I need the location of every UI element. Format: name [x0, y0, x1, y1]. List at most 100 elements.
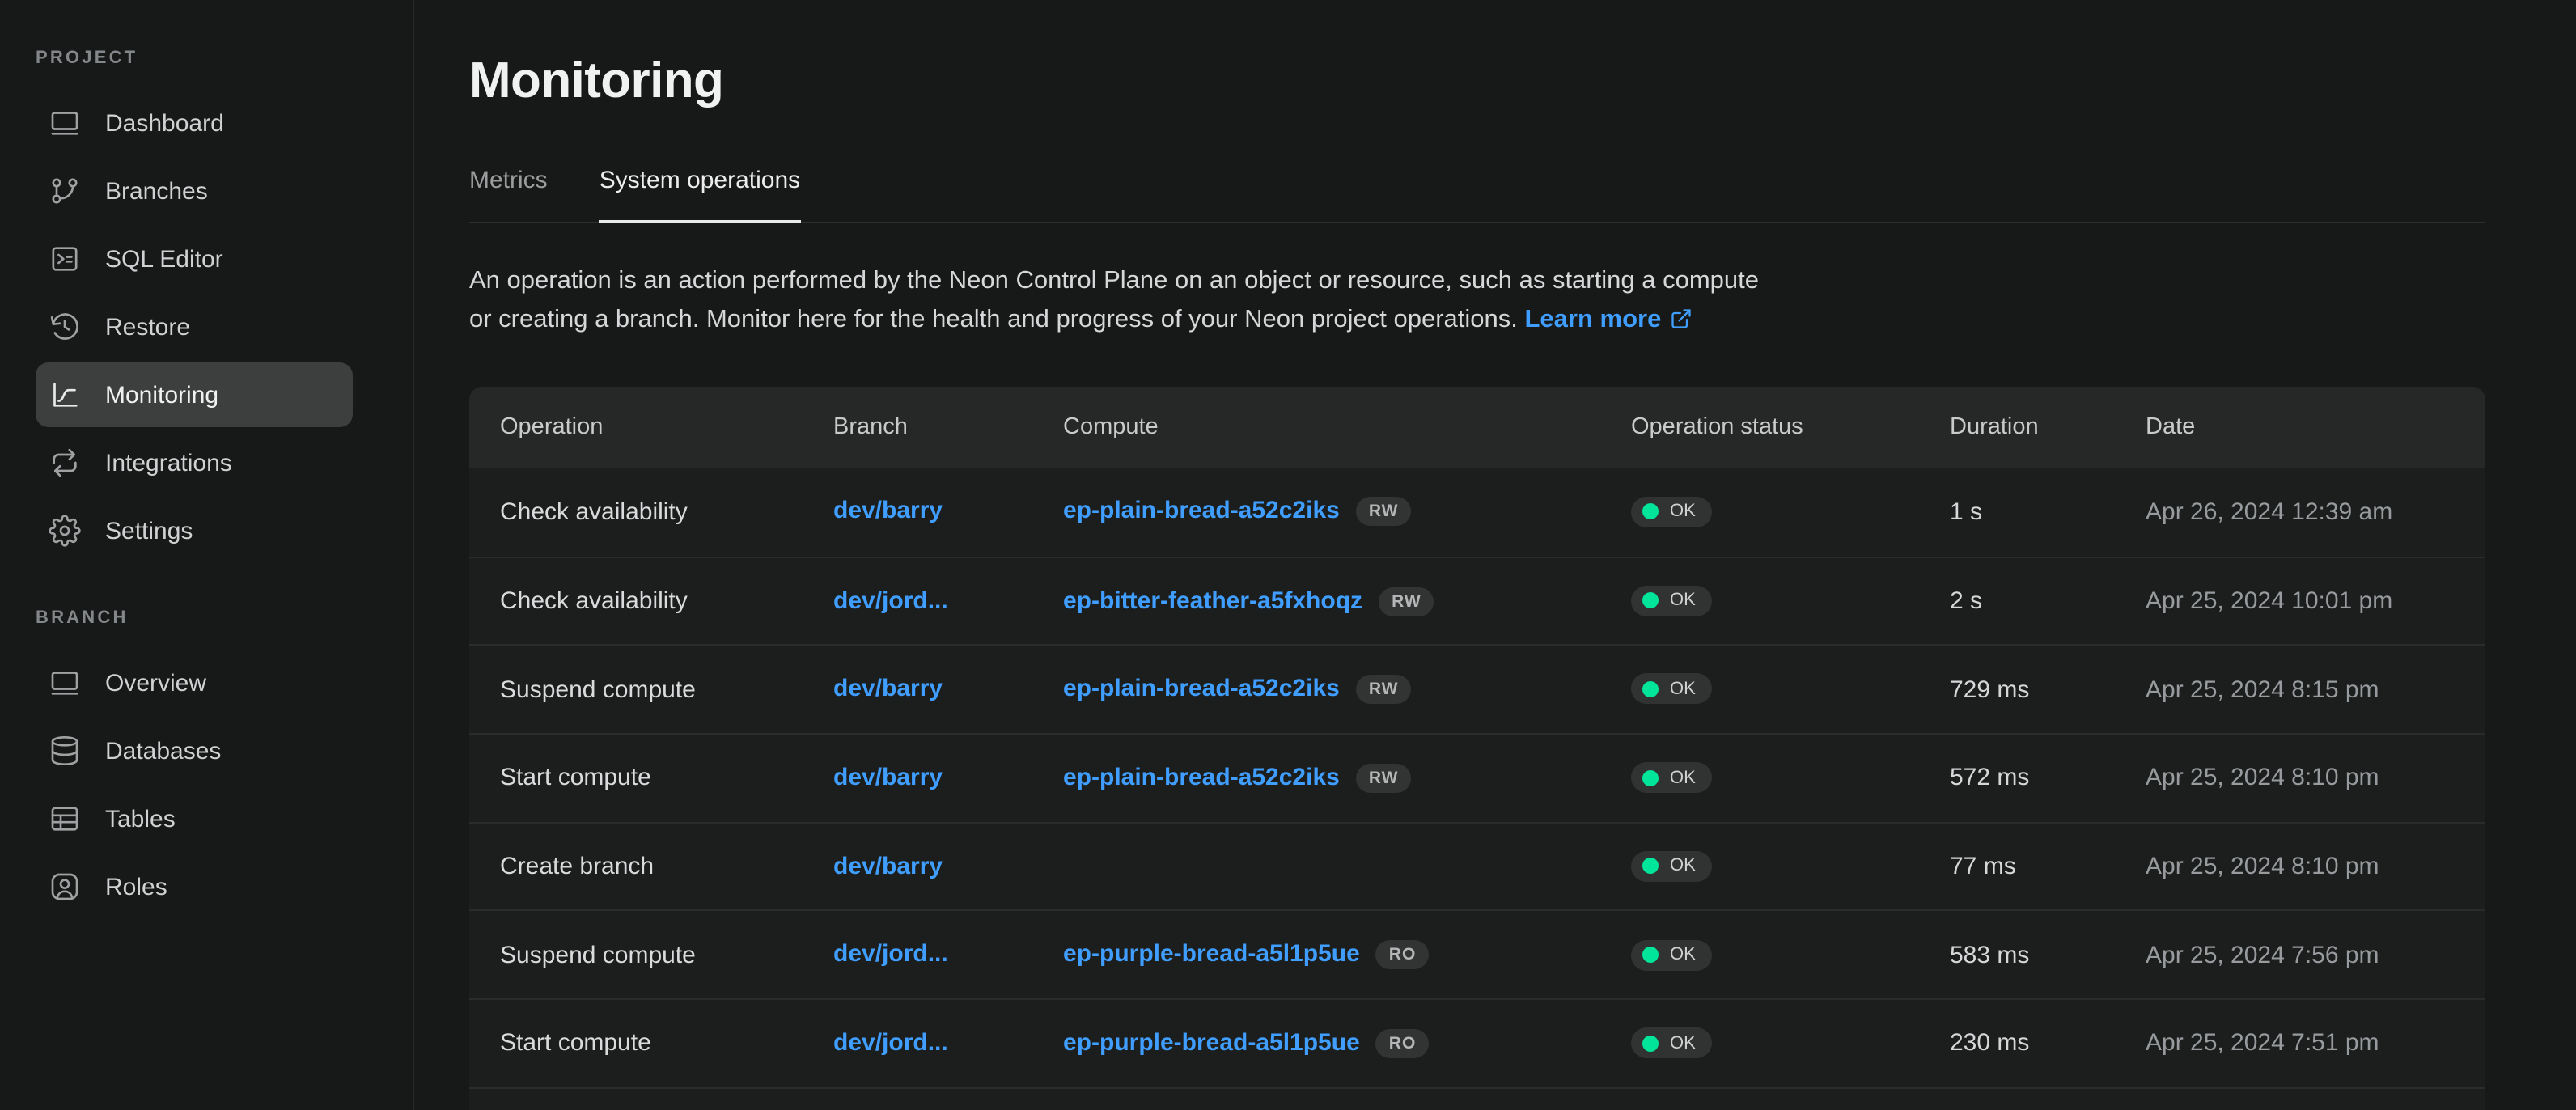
sidebar-item-label: SQL Editor [105, 245, 223, 273]
sql-editor-icon [49, 243, 81, 275]
status-ok-dot [1642, 503, 1659, 519]
sidebar-item-label: Monitoring [105, 381, 218, 409]
operation-cell: Suspend compute [500, 676, 833, 703]
table-row-partial [469, 1087, 2485, 1110]
status-cell: OK [1631, 762, 1950, 794]
tables-icon [49, 803, 81, 835]
date-cell: Apr 25, 2024 8:10 pm [2146, 853, 2485, 880]
status-cell: OK [1631, 674, 1950, 705]
overview-icon [49, 667, 81, 699]
duration-cell: 77 ms [1950, 853, 2146, 880]
status-cell: OK [1631, 851, 1950, 883]
restore-icon [49, 311, 81, 343]
compute-type-badge: RO [1376, 1029, 1430, 1058]
branches-icon [49, 175, 81, 207]
duration-cell: 729 ms [1950, 676, 2146, 703]
column-header-duration: Duration [1950, 414, 2146, 440]
date-cell: Apr 25, 2024 7:51 pm [2146, 1030, 2485, 1057]
table-row: Start compute dev/jord... ep-purple-brea… [469, 998, 2485, 1087]
column-header-compute: Compute [1063, 414, 1631, 440]
branch-cell: dev/barry [833, 675, 1063, 704]
status-cell: OK [1631, 939, 1950, 971]
compute-cell: ep-plain-bread-a52c2iksRW [1063, 675, 1631, 704]
sidebar-section-label: BRANCH [36, 608, 413, 628]
databases-icon [49, 735, 81, 767]
learn-more-link[interactable]: Learn more [1525, 305, 1693, 333]
sidebar-item-settings[interactable]: Settings [36, 498, 353, 563]
compute-link[interactable]: ep-plain-bread-a52c2iks [1063, 675, 1340, 702]
branch-link[interactable]: dev/jord... [833, 941, 948, 968]
branch-link[interactable]: dev/barry [833, 498, 943, 525]
status-cell: OK [1631, 1027, 1950, 1059]
operation-cell: Start compute [500, 765, 833, 792]
compute-cell: ep-plain-bread-a52c2iks RW [1063, 764, 1631, 793]
branch-link[interactable]: dev/barry [833, 675, 943, 702]
description-line-2: or creating a branch. Monitor here for t… [469, 305, 1518, 333]
branch-link[interactable]: dev/barry [833, 764, 943, 791]
sidebar-item-label: Integrations [105, 449, 232, 477]
duration-cell: 572 ms [1950, 765, 2146, 792]
sidebar-item-overview[interactable]: Overview [36, 650, 353, 715]
sidebar-item-branches[interactable]: Branches [36, 159, 353, 223]
branch-cell: dev/barry [833, 764, 1063, 793]
compute-type-badge: RW [1356, 764, 1412, 793]
status-badge: OK [1631, 1027, 1712, 1058]
operation-cell: Suspend compute [500, 942, 833, 969]
status-badge: OK [1631, 939, 1712, 970]
status-ok-dot [1642, 947, 1659, 963]
table-row: Check availability dev/barry ep-plain-br… [469, 468, 2485, 556]
sidebar-item-integrations[interactable]: Integrations [36, 430, 353, 495]
sidebar-item-dashboard[interactable]: Dashboard [36, 91, 353, 155]
sidebar-item-sql-editor[interactable]: SQL Editor [36, 227, 353, 291]
sidebar-item-label: Restore [105, 313, 190, 341]
sidebar: PROJECTDashboardBranchesSQL EditorRestor… [0, 0, 414, 1110]
sidebar-item-label: Roles [105, 873, 167, 900]
status-badge: OK [1631, 851, 1712, 882]
status-ok-dot [1642, 681, 1659, 697]
status-label: OK [1670, 857, 1696, 876]
monitoring-icon [49, 379, 81, 411]
date-cell: Apr 25, 2024 7:56 pm [2146, 942, 2485, 969]
compute-link[interactable]: ep-purple-bread-a5l1p5ue [1063, 941, 1360, 968]
compute-link[interactable]: ep-plain-bread-a52c2iks [1063, 764, 1340, 791]
branch-link[interactable]: dev/jord... [833, 1029, 948, 1057]
status-label: OK [1670, 502, 1696, 521]
status-badge: OK [1631, 496, 1712, 527]
operations-table: Operation Branch Compute Operation statu… [469, 387, 2485, 1110]
compute-cell: ep-plain-bread-a52c2iksRW [1063, 498, 1631, 527]
column-header-operation: Operation [500, 414, 833, 440]
table-row: Check availability dev/jord... ep-bitter… [469, 556, 2485, 644]
compute-link[interactable]: ep-bitter-feather-a5fxhoqz [1063, 587, 1362, 614]
page-description: An operation is an action performed by t… [469, 262, 2485, 341]
duration-cell: 583 ms [1950, 942, 2146, 969]
sidebar-item-label: Tables [105, 805, 176, 832]
compute-link[interactable]: ep-purple-bread-a5l1p5ue [1063, 1029, 1360, 1057]
date-cell: Apr 25, 2024 8:10 pm [2146, 765, 2485, 792]
sidebar-item-label: Settings [105, 517, 193, 544]
roles-icon [49, 871, 81, 903]
sidebar-item-label: Branches [105, 177, 208, 205]
branch-link[interactable]: dev/jord... [833, 587, 948, 614]
tab-metrics[interactable]: Metrics [469, 165, 548, 222]
status-label: OK [1670, 591, 1696, 611]
sidebar-item-label: Dashboard [105, 109, 224, 137]
branch-cell: dev/barry [833, 852, 1063, 881]
settings-icon [49, 515, 81, 547]
branch-cell: dev/barry [833, 498, 1063, 527]
sidebar-item-monitoring[interactable]: Monitoring [36, 362, 353, 427]
compute-link[interactable]: ep-plain-bread-a52c2iks [1063, 498, 1340, 525]
table-body: Check availability dev/barry ep-plain-br… [469, 468, 2485, 1087]
status-ok-dot [1642, 769, 1659, 786]
sidebar-item-roles[interactable]: Roles [36, 854, 353, 919]
date-cell: Apr 25, 2024 8:15 pm [2146, 676, 2485, 703]
status-label: OK [1670, 680, 1696, 699]
status-label: OK [1670, 1033, 1696, 1053]
sidebar-item-restore[interactable]: Restore [36, 294, 353, 359]
sidebar-item-databases[interactable]: Databases [36, 718, 353, 783]
branch-link[interactable]: dev/barry [833, 852, 943, 879]
tab-system-operations[interactable]: System operations [600, 165, 800, 222]
duration-cell: 2 s [1950, 587, 2146, 615]
operation-cell: Start compute [500, 1030, 833, 1057]
column-header-branch: Branch [833, 414, 1063, 440]
sidebar-item-tables[interactable]: Tables [36, 786, 353, 851]
